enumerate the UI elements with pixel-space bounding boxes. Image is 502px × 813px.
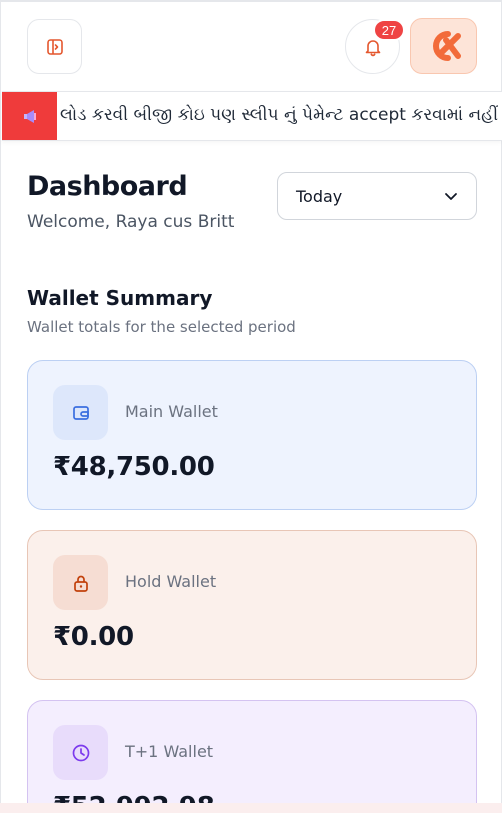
- notification-count-badge: 27: [373, 19, 405, 41]
- megaphone-icon: [2, 92, 57, 140]
- period-select[interactable]: Today: [277, 172, 477, 220]
- main-wallet-label: Main Wallet: [125, 402, 218, 421]
- wallet-summary-subtitle: Wallet totals for the selected period: [27, 318, 296, 336]
- clock-icon: [53, 725, 108, 780]
- wallet-summary-title: Wallet Summary: [27, 286, 213, 310]
- chevron-down-icon: [445, 193, 457, 200]
- hold-wallet-label: Hold Wallet: [125, 572, 217, 591]
- hold-wallet-card[interactable]: Hold Wallet ₹0.00: [27, 530, 477, 680]
- ticker-message: લોડ કરવી બીજી કોઇ પણ સ્લીપ નું પેમેન્ટ a…: [60, 105, 502, 125]
- wallet-icon: [53, 385, 108, 440]
- hold-wallet-amount: ₹0.00: [53, 622, 134, 652]
- sidebar-toggle-button[interactable]: [27, 19, 82, 74]
- period-select-value: Today: [296, 186, 343, 206]
- main-wallet-amount: ₹48,750.00: [53, 452, 215, 482]
- bottom-strip: [0, 803, 502, 813]
- announcement-ticker: લોડ કરવી બીજી કોઇ પણ સ્લીપ નું પેમેન્ટ a…: [2, 91, 502, 141]
- sidebar-toggle-icon: [46, 38, 63, 55]
- t-plus-one-wallet-label: T+1 Wallet: [125, 742, 214, 761]
- welcome-text: Welcome, Raya cus Britt: [27, 212, 235, 232]
- main-wallet-card[interactable]: Main Wallet ₹48,750.00: [27, 360, 477, 510]
- page-title: Dashboard: [27, 171, 188, 202]
- lock-icon: [53, 555, 108, 610]
- brand-logo-button[interactable]: [410, 18, 477, 74]
- t-plus-one-wallet-card[interactable]: T+1 Wallet ₹52,992.98: [27, 700, 477, 813]
- brand-logo-icon: [432, 31, 461, 61]
- top-header: 27: [0, 0, 502, 92]
